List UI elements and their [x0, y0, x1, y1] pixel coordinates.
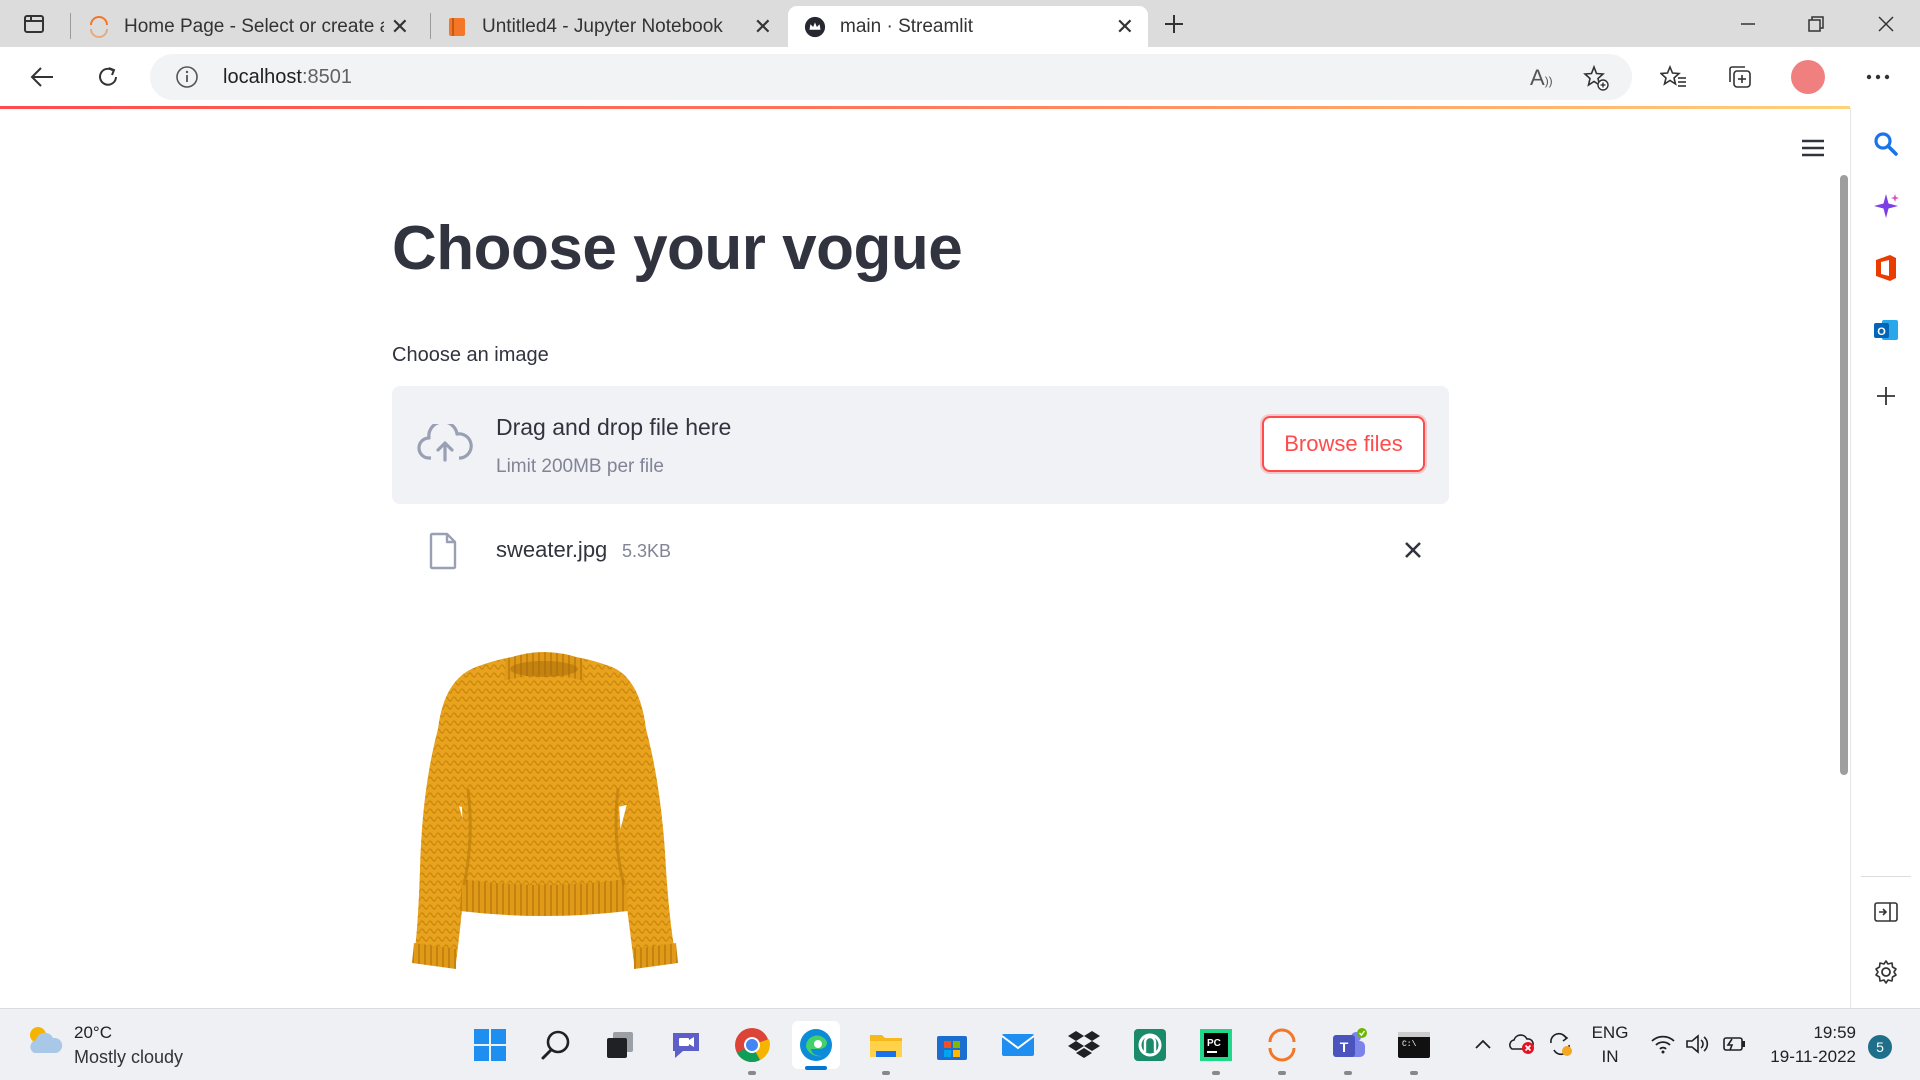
- new-tab-icon[interactable]: [1154, 4, 1194, 44]
- tab-actions-icon[interactable]: [14, 4, 54, 44]
- office-icon[interactable]: [1870, 252, 1902, 284]
- chrome-icon[interactable]: [732, 1025, 772, 1075]
- windows-taskbar: 20°C Mostly cloudy PC T C:\ ENG IN 19:59…: [0, 1008, 1920, 1080]
- jupyter-book-icon: [446, 16, 468, 38]
- streamlit-crown-icon: [804, 16, 826, 38]
- close-tab-icon[interactable]: ✕: [391, 14, 409, 40]
- address-bar[interactable]: localhost:8501 A)): [150, 54, 1632, 100]
- more-options-icon[interactable]: [1858, 57, 1898, 97]
- microsoft-store-icon[interactable]: [932, 1025, 972, 1065]
- url-port: :8501: [301, 66, 352, 88]
- dropbox-icon[interactable]: [1064, 1025, 1104, 1065]
- browser-toolbar: localhost:8501 A)): [0, 47, 1920, 108]
- file-explorer-icon[interactable]: [866, 1025, 906, 1075]
- outlook-icon[interactable]: O: [1870, 314, 1902, 346]
- edge-icon[interactable]: [792, 1021, 840, 1070]
- url-host: localhost: [223, 66, 302, 88]
- weather-temp: 20°C: [74, 1023, 112, 1042]
- close-tab-icon[interactable]: ✕: [1116, 14, 1134, 40]
- page-title: Choose your vogue: [392, 214, 963, 283]
- volume-icon[interactable]: [1684, 1033, 1710, 1060]
- uploaded-file-size: 5.3KB: [622, 541, 672, 561]
- sync-icon[interactable]: [1546, 1031, 1574, 1062]
- browse-files-button[interactable]: Browse files: [1262, 416, 1425, 472]
- favorites-icon[interactable]: [1654, 57, 1694, 97]
- battery-icon[interactable]: [1720, 1033, 1748, 1060]
- region-code: IN: [1601, 1047, 1619, 1066]
- add-sidebar-app-icon[interactable]: [1870, 380, 1902, 412]
- back-icon[interactable]: [22, 57, 62, 97]
- minimize-icon[interactable]: [1718, 0, 1778, 47]
- weather-widget[interactable]: 20°C Mostly cloudy: [24, 1023, 183, 1068]
- restore-icon[interactable]: [1786, 0, 1846, 47]
- terminal-icon[interactable]: C:\: [1394, 1025, 1434, 1075]
- site-info-icon[interactable]: [175, 65, 199, 94]
- dropzone-instructions: Drag and drop file here: [496, 414, 732, 440]
- file-icon: [428, 532, 458, 575]
- svg-text:PC: PC: [1207, 1038, 1221, 1049]
- jupyter-icon[interactable]: [1262, 1025, 1302, 1075]
- dropzone-limit: Limit 200MB per file: [496, 456, 664, 477]
- svg-text:T: T: [1340, 1039, 1349, 1055]
- tab-untitled4[interactable]: Untitled4 - Jupyter Notebook ✕: [446, 6, 786, 47]
- collections-icon[interactable]: [1720, 57, 1760, 97]
- system-clock[interactable]: 19:59 19-11-2022: [1768, 1021, 1856, 1069]
- search-icon[interactable]: [1870, 128, 1902, 160]
- notification-count-badge[interactable]: 5: [1868, 1035, 1892, 1059]
- file-uploader-label: Choose an image: [392, 344, 549, 366]
- refresh-icon[interactable]: [88, 57, 128, 97]
- close-window-icon[interactable]: [1856, 0, 1916, 47]
- add-favorite-icon[interactable]: [1582, 64, 1610, 97]
- pycharm-icon[interactable]: PC: [1196, 1025, 1236, 1075]
- file-dropzone[interactable]: Drag and drop file here Limit 200MB per …: [392, 386, 1449, 504]
- tab-title: main · Streamlit: [840, 15, 974, 37]
- chevron-up-icon[interactable]: [1474, 1035, 1492, 1055]
- windows-start-icon[interactable]: [470, 1025, 510, 1065]
- svg-text:O: O: [1877, 326, 1886, 338]
- uploaded-file-row: sweater.jpg 5.3KB: [392, 523, 1449, 579]
- teams-icon[interactable]: T: [1328, 1025, 1368, 1075]
- input-language[interactable]: ENG IN: [1588, 1021, 1632, 1069]
- hamburger-menu-icon[interactable]: [1796, 133, 1830, 163]
- page-scrollbar[interactable]: [1840, 175, 1848, 775]
- clock-date: 19-11-2022: [1770, 1047, 1856, 1066]
- tab-streamlit[interactable]: main · Streamlit ✕: [788, 6, 1148, 47]
- url-text: localhost:8501: [223, 66, 352, 89]
- search-icon[interactable]: [536, 1025, 576, 1065]
- mail-icon[interactable]: [998, 1025, 1038, 1065]
- uploaded-image-sweater: [404, 639, 684, 984]
- wifi-icon[interactable]: [1650, 1033, 1676, 1060]
- tab-home-page[interactable]: Home Page - Select or create a new noteb…: [88, 6, 423, 47]
- cloud-upload-icon: [417, 420, 473, 469]
- edge-sidebar: O: [1850, 108, 1920, 1008]
- weather-desc: Mostly cloudy: [74, 1047, 184, 1067]
- read-aloud-icon[interactable]: A)): [1530, 65, 1553, 91]
- anaconda-navigator-icon[interactable]: [1130, 1025, 1170, 1065]
- svg-text:C:\: C:\: [1402, 1040, 1417, 1049]
- language-code: ENG: [1591, 1023, 1629, 1042]
- profile-avatar[interactable]: [1788, 57, 1828, 97]
- chat-icon[interactable]: [666, 1025, 706, 1065]
- close-tab-icon[interactable]: ✕: [754, 14, 772, 40]
- uploaded-file-name: sweater.jpg: [496, 537, 608, 562]
- remove-file-icon[interactable]: [1398, 535, 1428, 565]
- clock-time: 19:59: [1813, 1023, 1856, 1042]
- settings-gear-icon[interactable]: [1870, 956, 1902, 988]
- streamlit-page: Choose your vogue Choose an image Drag a…: [0, 109, 1850, 1008]
- task-view-icon[interactable]: [600, 1025, 640, 1065]
- tab-strip: Home Page - Select or create a new noteb…: [0, 0, 1920, 47]
- hide-sidebar-icon[interactable]: [1870, 896, 1902, 928]
- sparkle-icon[interactable]: [1870, 190, 1902, 222]
- tab-title: Home Page - Select or create a new noteb…: [124, 15, 384, 37]
- tab-title: Untitled4 - Jupyter Notebook: [482, 15, 723, 37]
- onedrive-error-icon[interactable]: [1508, 1031, 1536, 1060]
- cloudy-weather-icon: [24, 1023, 64, 1068]
- jupyter-loading-icon: [88, 15, 110, 38]
